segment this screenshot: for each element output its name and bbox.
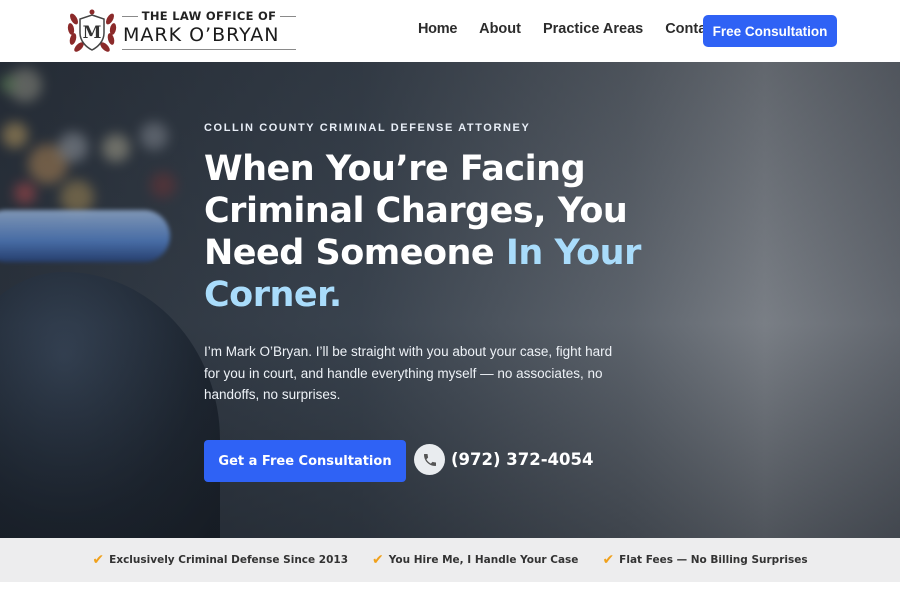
trust-item: ✔ Flat Fees — No Billing Surprises bbox=[602, 552, 807, 568]
trust-label: Exclusively Criminal Defense Since 2013 bbox=[109, 554, 349, 566]
page-bottom bbox=[0, 582, 900, 604]
trust-bar: ✔ Exclusively Criminal Defense Since 201… bbox=[0, 538, 900, 582]
nav-practice-areas[interactable]: Practice Areas bbox=[543, 21, 643, 37]
logo-top-line: THE LAW OFFICE OF bbox=[122, 9, 296, 23]
checkmark-icon: ✔ bbox=[372, 552, 384, 568]
phone-number: (972) 372-4054 bbox=[451, 450, 594, 469]
header-free-consultation-button[interactable]: Free Consultation bbox=[703, 15, 837, 47]
nav-home[interactable]: Home bbox=[418, 21, 457, 37]
hero-free-consultation-button[interactable]: Get a Free Consultation bbox=[204, 440, 406, 482]
nav-about[interactable]: About bbox=[479, 21, 521, 37]
trust-label: You Hire Me, I Handle Your Case bbox=[388, 554, 579, 566]
crest-icon: M bbox=[67, 9, 117, 52]
hero-headline: When You’re Facing Criminal Charges, You… bbox=[204, 148, 664, 316]
phone-icon bbox=[414, 444, 445, 475]
trust-label: Flat Fees — No Billing Surprises bbox=[619, 554, 808, 566]
logo-underline bbox=[122, 49, 296, 50]
logo-monogram: M bbox=[83, 23, 102, 43]
hero-section: COLLIN COUNTY CRIMINAL DEFENSE ATTORNEY … bbox=[0, 62, 900, 538]
logo-top-text: THE LAW OFFICE OF bbox=[141, 9, 277, 23]
site-logo[interactable]: M THE LAW OFFICE OF MARK O’BRYAN bbox=[66, 7, 298, 55]
hero-eyebrow: COLLIN COUNTY CRIMINAL DEFENSE ATTORNEY bbox=[204, 122, 531, 134]
checkmark-icon: ✔ bbox=[92, 552, 105, 568]
phone-link[interactable]: (972) 372-4054 bbox=[414, 444, 593, 475]
hero-subtext: I’m Mark O’Bryan. I’ll be straight with … bbox=[204, 344, 613, 402]
trust-item: ✔ You Hire Me, I Handle Your Case bbox=[372, 552, 578, 568]
checkmark-icon: ✔ bbox=[602, 552, 615, 568]
trust-item: ✔ Exclusively Criminal Defense Since 201… bbox=[92, 552, 348, 568]
logo-name-text: MARK O’BRYAN bbox=[123, 24, 280, 46]
main-nav: Home About Practice Areas Contact bbox=[418, 21, 719, 37]
site-header: M THE LAW OFFICE OF MARK O’BRYAN Home Ab… bbox=[0, 0, 900, 62]
